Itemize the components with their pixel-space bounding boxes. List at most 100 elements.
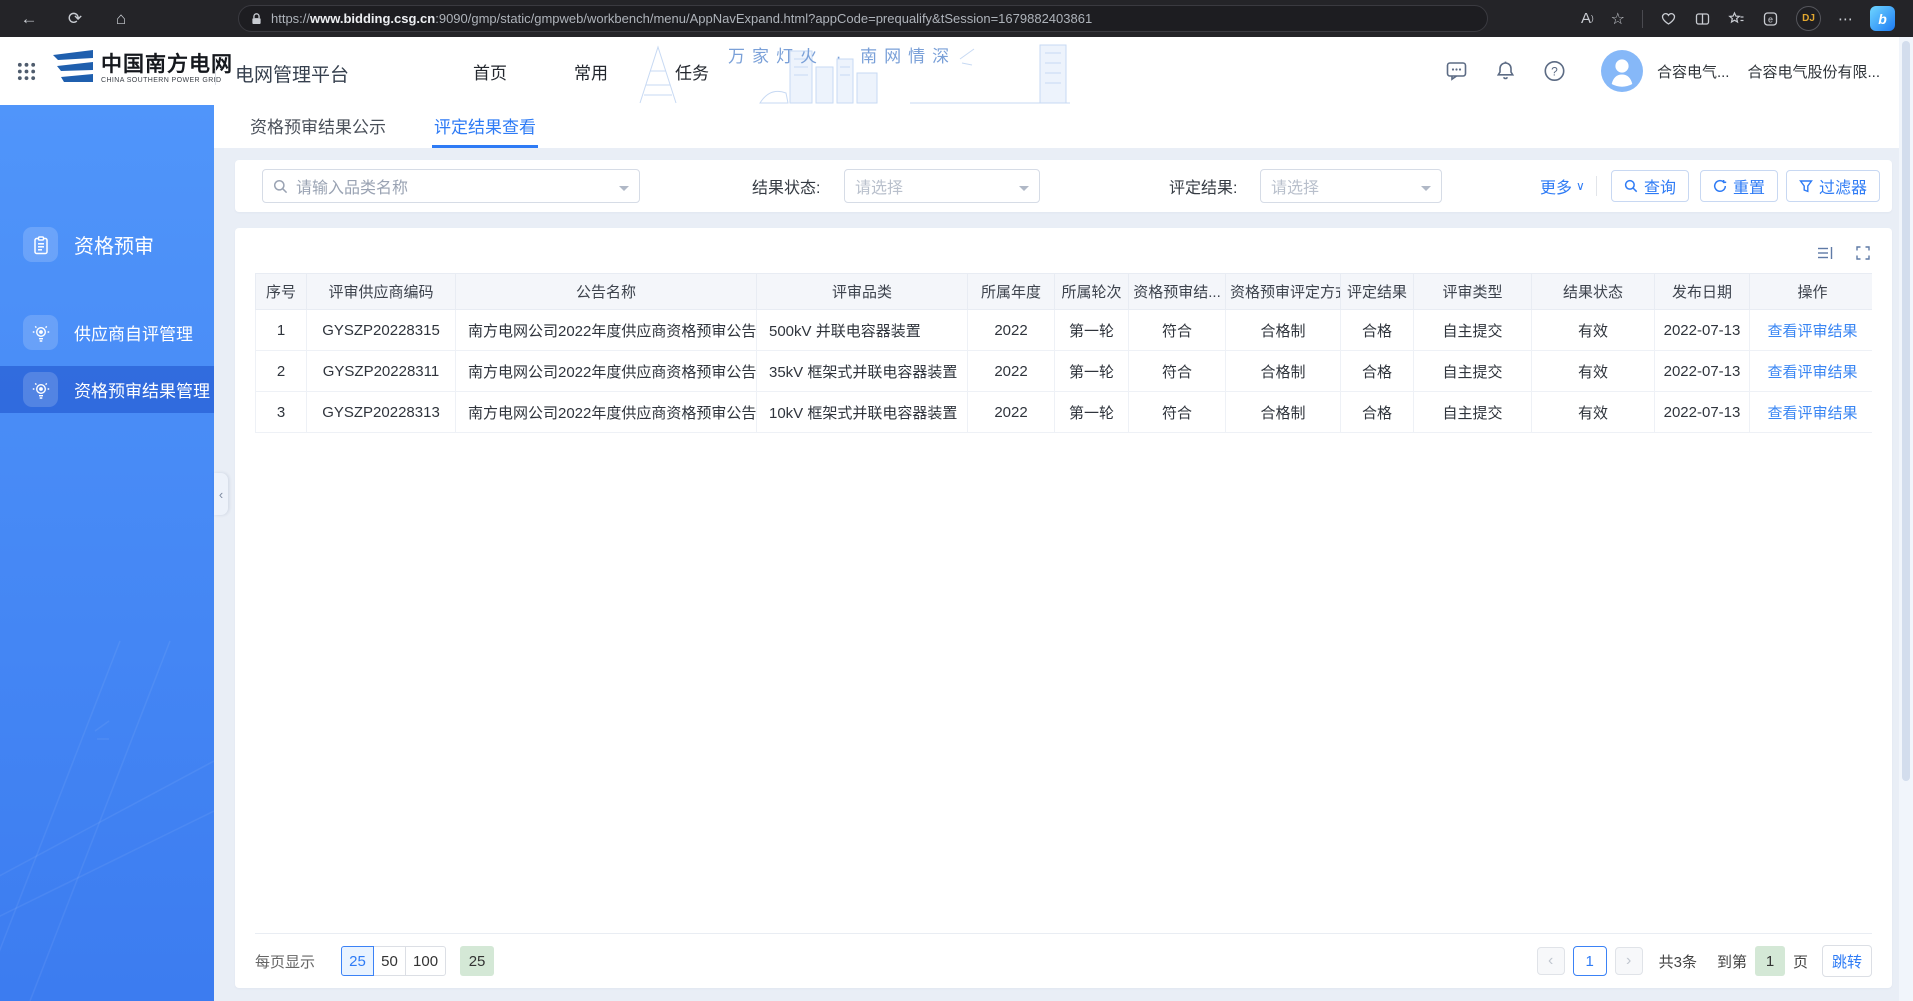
search-placeholder: 请输入品类名称 (296, 174, 619, 198)
browser-menu-icon[interactable]: ⋯ (1838, 10, 1853, 28)
cell-category: 10kV 框架式并联电容器装置 (757, 392, 968, 433)
url-text: https://www.bidding.csg.cn:9090/gmp/stat… (271, 11, 1092, 26)
column-header: 序号 (256, 274, 307, 310)
bing-discover-icon[interactable]: b (1870, 6, 1895, 31)
view-result-link[interactable]: 查看评审结果 (1750, 310, 1873, 351)
cell-date: 2022-07-13 (1655, 351, 1750, 392)
reset-button[interactable]: 重置 (1700, 170, 1778, 202)
results-table: 序号评审供应商编码公告名称评审品类所属年度所属轮次资格预审结...资格预审评定方… (255, 273, 1872, 433)
page-size-button[interactable]: 25 (341, 946, 374, 976)
column-header: 发布日期 (1655, 274, 1750, 310)
next-page-button[interactable]: › (1615, 947, 1643, 975)
column-header: 评审类型 (1414, 274, 1532, 310)
column-header: 资格预审结... (1129, 274, 1226, 310)
back-icon[interactable]: ← (14, 9, 44, 29)
nav-item[interactable]: 首页 (473, 59, 507, 84)
page-size-group: 2550100 (341, 946, 446, 976)
sidebar-item[interactable]: 供应商自评管理 (0, 309, 214, 356)
svg-text:?: ? (1551, 64, 1558, 78)
app-header: 中国南方电网 CHINA SOUTHERN POWER GRID 电网管理平台 … (0, 37, 1913, 105)
sidebar-item[interactable]: 资格预审 (0, 221, 214, 268)
page-scrollbar[interactable] (1899, 37, 1913, 1001)
view-result-link[interactable]: 查看评审结果 (1750, 351, 1873, 392)
search-icon (273, 179, 288, 194)
address-bar[interactable]: https://www.bidding.csg.cn:9090/gmp/stat… (238, 5, 1488, 32)
table-container: 序号评审供应商编码公告名称评审品类所属年度所属轮次资格预审结...资格预审评定方… (255, 273, 1872, 933)
sidebar: 资格预审 供应商自评管理 (0, 105, 214, 1001)
cell-prequal-result: 符合 (1129, 310, 1226, 351)
sidebar-e-icon[interactable]: e (1762, 11, 1779, 27)
notification-bell-icon[interactable] (1493, 59, 1518, 83)
table-settings-icon[interactable] (1816, 244, 1834, 262)
user-name[interactable]: 合容电气... (1657, 61, 1730, 82)
category-search-input[interactable]: 请输入品类名称 (262, 169, 640, 203)
message-icon[interactable] (1444, 59, 1469, 83)
goto-page-input[interactable]: 1 (1755, 946, 1785, 976)
query-button[interactable]: 查询 (1611, 170, 1689, 202)
tab[interactable]: 评定结果查看 (432, 105, 538, 148)
tab-bar: 资格预审结果公示 评定结果查看 (214, 105, 1899, 148)
cell-supplier-code: GYSZP20228315 (307, 310, 456, 351)
cell-result: 合格 (1341, 351, 1414, 392)
cell-index: 1 (256, 310, 307, 351)
cell-review-type: 自主提交 (1414, 351, 1532, 392)
home-icon[interactable]: ⌂ (106, 9, 136, 29)
table-row: 1 GYSZP20228315 南方电网公司2022年度供应商资格预审公告 50… (256, 310, 1873, 351)
sidebar-item[interactable]: 资格预审结果管理 (0, 366, 214, 413)
cell-index: 2 (256, 351, 307, 392)
company-name[interactable]: 合容电气股份有限... (1747, 61, 1880, 82)
more-filters-link[interactable]: 更多∨ (1540, 160, 1585, 212)
main-content: 请输入品类名称 结果状态: 请选择 评定结果: 请选择 更多∨ 查询 重 (214, 148, 1899, 1001)
results-panel: 序号评审供应商编码公告名称评审品类所属年度所属轮次资格预审结...资格预审评定方… (235, 228, 1892, 988)
table-toolbar (255, 240, 1872, 266)
browser-toolbar-right: A) ☆ e DJ ⋯ b (1581, 6, 1899, 31)
cell-method: 合格制 (1226, 392, 1341, 433)
cell-prequal-result: 符合 (1129, 392, 1226, 433)
funnel-icon (1799, 179, 1813, 193)
tab[interactable]: 资格预审结果公示 (248, 105, 388, 148)
page-size-button[interactable]: 100 (405, 946, 446, 976)
column-header: 结果状态 (1532, 274, 1655, 310)
sidebar-item-label: 供应商自评管理 (74, 320, 193, 345)
column-header: 所属轮次 (1055, 274, 1129, 310)
per-page-label: 每页显示 (255, 951, 315, 972)
add-favorite-icon[interactable]: ☆ (1611, 9, 1625, 29)
cell-notice-name: 南方电网公司2022年度供应商资格预审公告 (456, 351, 757, 392)
help-icon[interactable]: ? (1542, 59, 1567, 83)
user-avatar[interactable] (1601, 50, 1643, 92)
sidebar-item-icon (23, 372, 58, 407)
cell-status: 有效 (1532, 351, 1655, 392)
favorites-bar-icon[interactable] (1728, 11, 1745, 27)
nav-item[interactable]: 任务 (675, 59, 709, 84)
nav-item[interactable]: 常用 (574, 59, 608, 84)
cell-year: 2022 (968, 392, 1055, 433)
split-screen-icon[interactable] (1694, 11, 1711, 27)
browser-profile-avatar[interactable]: DJ (1796, 6, 1821, 31)
browser-essentials-icon[interactable] (1660, 11, 1677, 27)
sidebar-collapse-handle[interactable]: ‹ (214, 473, 228, 515)
filter-bar: 请输入品类名称 结果状态: 请选择 评定结果: 请选择 更多∨ 查询 重 (235, 160, 1892, 212)
app-grid-icon[interactable] (16, 61, 37, 82)
refresh-icon[interactable]: ⟳ (60, 9, 90, 29)
read-aloud-icon[interactable]: A) (1581, 10, 1594, 27)
page-number-button[interactable]: 1 (1573, 946, 1607, 976)
column-header: 公告名称 (456, 274, 757, 310)
chevron-down-icon (1421, 186, 1431, 196)
table-header-row: 序号评审供应商编码公告名称评审品类所属年度所属轮次资格预审结...资格预审评定方… (256, 274, 1873, 310)
fullscreen-icon[interactable] (1854, 244, 1872, 262)
page-size-button[interactable]: 50 (373, 946, 406, 976)
column-header: 评审品类 (757, 274, 968, 310)
header-nav: 首页 常用 任务 (473, 37, 709, 105)
prev-page-button[interactable]: ‹ (1537, 947, 1565, 975)
cell-date: 2022-07-13 (1655, 310, 1750, 351)
scrollbar-thumb[interactable] (1902, 41, 1910, 781)
status-select[interactable]: 请选择 (844, 169, 1040, 203)
result-select[interactable]: 请选择 (1260, 169, 1442, 203)
jump-button[interactable]: 跳转 (1822, 945, 1872, 977)
sidebar-item-icon (23, 227, 58, 262)
view-result-link[interactable]: 查看评审结果 (1750, 392, 1873, 433)
cell-result: 合格 (1341, 310, 1414, 351)
filter-button[interactable]: 过滤器 (1786, 170, 1880, 202)
chevron-down-icon (1019, 186, 1029, 196)
lock-icon (251, 12, 262, 26)
